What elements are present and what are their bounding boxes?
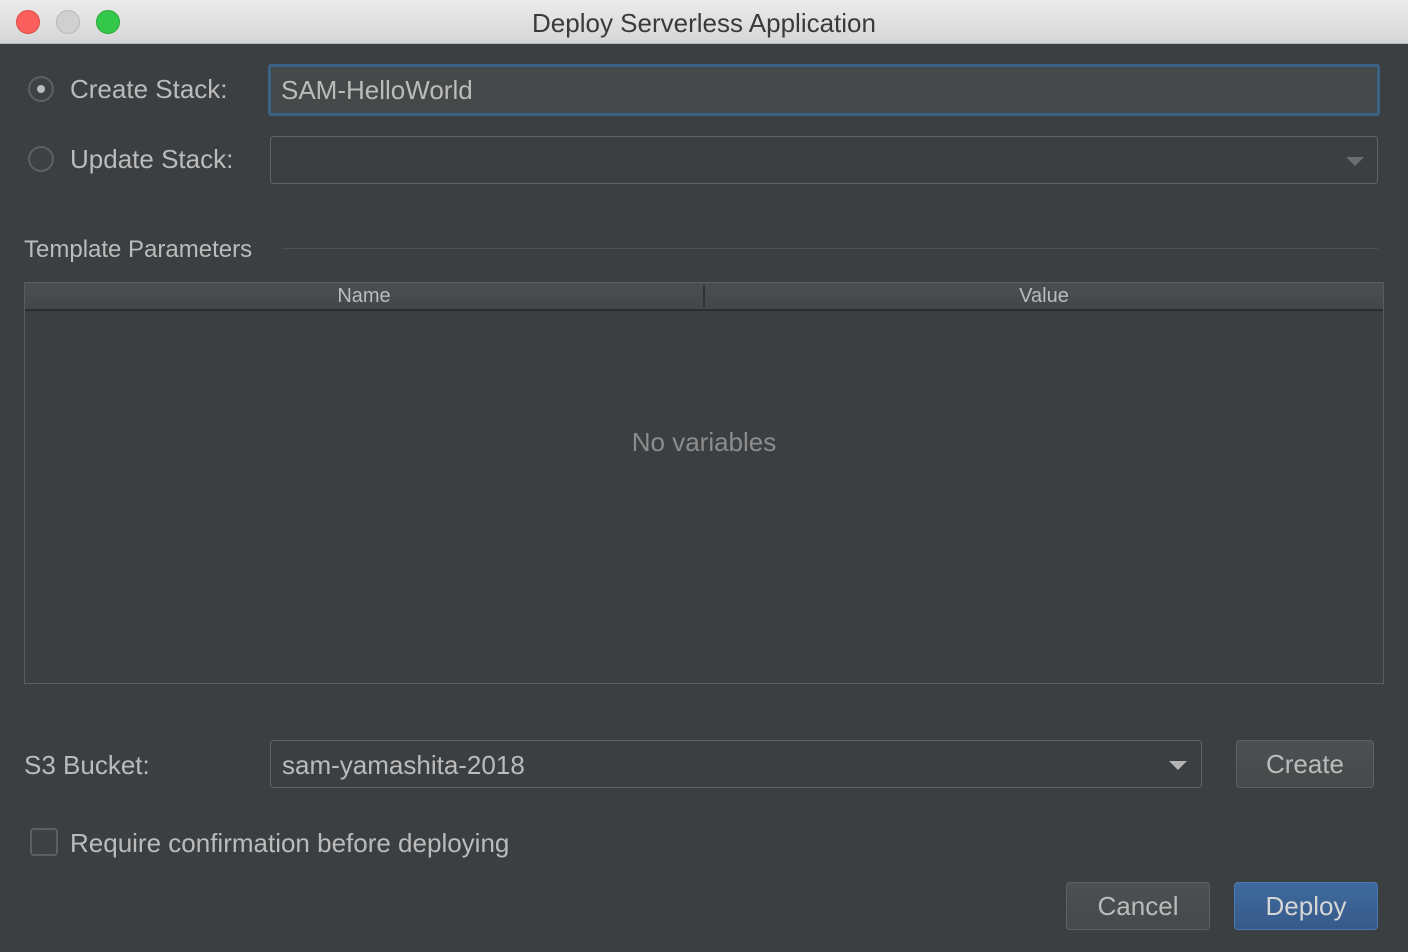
chevron-down-icon (1169, 761, 1187, 770)
deploy-button[interactable]: Deploy (1234, 882, 1378, 930)
column-header-value[interactable]: Value (705, 285, 1383, 308)
template-parameters-title: Template Parameters (24, 236, 253, 263)
require-confirmation-label: Require confirmation before deploying (70, 828, 510, 858)
create-bucket-button[interactable]: Create (1236, 740, 1374, 788)
s3-bucket-value: sam-yamashita-2018 (282, 750, 525, 780)
column-header-name[interactable]: Name (25, 285, 703, 308)
create-stack-radio[interactable] (28, 76, 54, 102)
cancel-button[interactable]: Cancel (1066, 882, 1210, 930)
create-stack-input[interactable] (268, 64, 1380, 116)
s3-bucket-label: S3 Bucket: (24, 750, 150, 780)
empty-table-message: No variables (631, 427, 777, 457)
template-parameters-table[interactable]: Name Value No variables (24, 282, 1384, 684)
radio-selected-dot-icon (37, 85, 45, 93)
title-bar[interactable]: Deploy Serverless Application (0, 0, 1408, 44)
require-confirmation-checkbox[interactable] (30, 828, 58, 856)
section-divider (282, 248, 1378, 249)
deploy-dialog: Deploy Serverless Application Create Sta… (0, 0, 1408, 952)
update-stack-dropdown[interactable] (270, 136, 1378, 184)
s3-bucket-dropdown[interactable]: sam-yamashita-2018 (270, 740, 1202, 788)
update-stack-label: Update Stack: (70, 144, 234, 174)
window-title: Deploy Serverless Application (532, 8, 876, 38)
update-stack-radio[interactable] (28, 146, 54, 172)
chevron-down-icon (1346, 157, 1364, 166)
create-stack-label: Create Stack: (70, 74, 228, 104)
table-header: Name Value (25, 283, 1383, 311)
